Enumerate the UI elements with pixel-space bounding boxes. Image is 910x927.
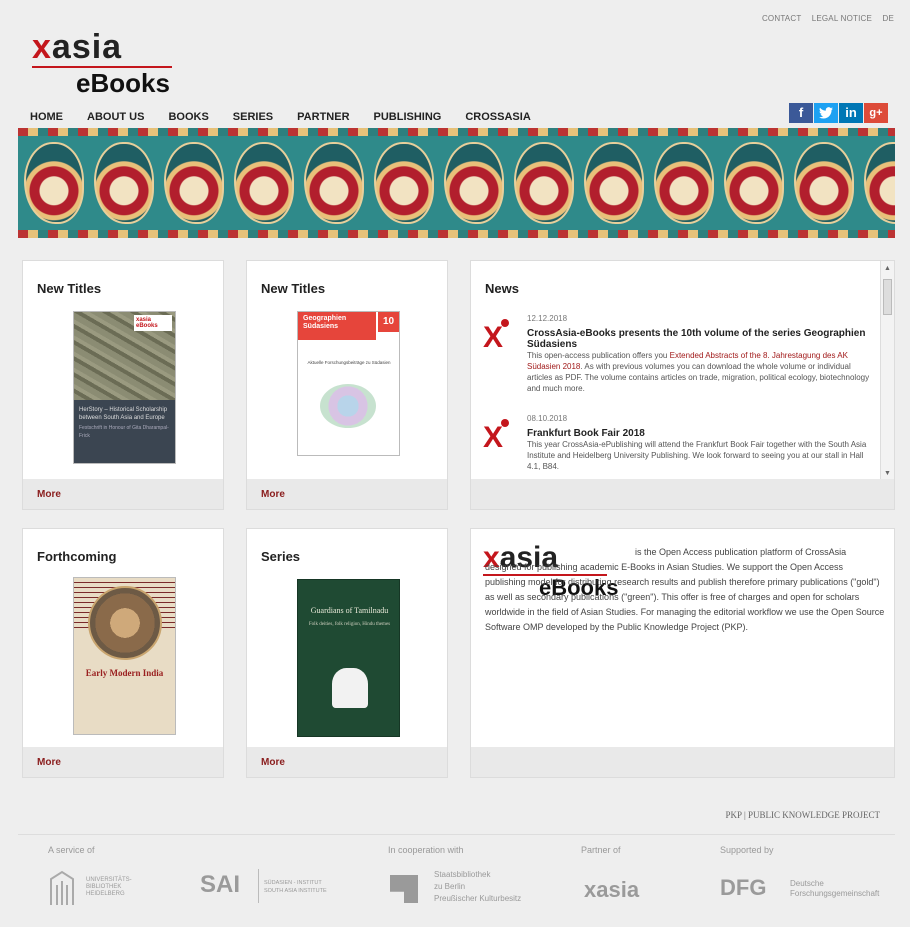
cover-globe-image	[320, 384, 376, 428]
banner-border-top	[18, 128, 895, 136]
top-links: CONTACT LEGAL NOTICE DE	[754, 14, 894, 23]
logo-asia: asia	[51, 28, 123, 66]
news-panel: News X 12.12.2018 CrossAsia-eBooks prese…	[470, 260, 895, 510]
footer-label-supported: Supported by	[720, 845, 774, 855]
news-date: 12.12.2018	[527, 314, 568, 323]
language-switch-link[interactable]: DE	[882, 14, 894, 23]
nav-crossasia[interactable]: CROSSASIA	[465, 111, 530, 123]
cover-title: HerStory – Historical Scholarship betwee…	[79, 407, 168, 421]
cover-subtitle: Aktuelle Forschungsbeiträge zu Südasien	[307, 360, 391, 365]
nav-home[interactable]: HOME	[30, 111, 63, 123]
panel-title: New Titles	[261, 281, 326, 296]
google-plus-icon[interactable]: g+	[864, 103, 888, 123]
new-titles-panel-1: New Titles xasia eBooks HerStory – Histo…	[22, 260, 224, 510]
paisley-motif	[864, 142, 895, 224]
news-text: This open-access publication offers you …	[527, 351, 870, 393]
site-logo[interactable]: xasia eBooks	[32, 28, 202, 98]
panel-title: Forthcoming	[37, 549, 117, 564]
paisley-motif	[444, 142, 504, 224]
paisley-motif	[94, 142, 154, 224]
paisley-motif	[724, 142, 784, 224]
forthcoming-panel: Forthcoming Early Modern India More	[22, 528, 224, 778]
logo-x: x	[32, 28, 52, 66]
footer-label-cooperation: In cooperation with	[388, 845, 464, 855]
facebook-icon[interactable]: f	[789, 103, 813, 123]
scrollbar-thumb[interactable]	[883, 279, 892, 315]
about-text: is the Open Access publication platform …	[485, 547, 885, 632]
book-cover-early-modern-india[interactable]: Early Modern India	[73, 577, 176, 735]
more-link[interactable]: More	[247, 479, 447, 509]
paisley-motif	[584, 142, 644, 224]
paisley-motif	[374, 142, 434, 224]
paisley-motif	[304, 142, 364, 224]
news-item: X 12.12.2018 CrossAsia-eBooks presents t…	[483, 313, 873, 403]
news-date: 08.10.2018	[527, 414, 568, 423]
nav-partner[interactable]: PARTNER	[297, 111, 349, 123]
ub-text: UNIVERSITÄTS- BIBLIOTHEK HEIDELBERG	[86, 877, 132, 897]
cover-badge: xasia eBooks	[134, 315, 172, 331]
footer-label-partner: Partner of	[581, 845, 621, 855]
nav-books[interactable]: BOOKS	[168, 111, 208, 123]
news-footer-bar	[471, 479, 894, 509]
cover-title: Geographien Südasiens	[298, 312, 376, 340]
linkedin-icon[interactable]: in	[839, 103, 863, 123]
cover-text-block: HerStory – Historical Scholarship betwee…	[74, 400, 175, 463]
news-scrollbar[interactable]: ▲ ▼	[880, 261, 894, 481]
logo-ebooks: eBooks	[76, 68, 170, 98]
more-link[interactable]: More	[23, 747, 223, 777]
nav-publishing[interactable]: PUBLISHING	[374, 111, 442, 123]
paisley-banner	[18, 128, 895, 238]
panel-title: News	[485, 281, 519, 296]
paisley-motif	[164, 142, 224, 224]
footer: A service of In cooperation with Partner…	[18, 834, 895, 927]
paisley-motif	[234, 142, 294, 224]
crossasia-x-icon: X	[483, 319, 513, 353]
about-footer-bar	[471, 747, 894, 777]
banner-border-bottom	[18, 230, 895, 238]
twitter-icon[interactable]	[814, 103, 838, 123]
xasia-footer-logo[interactable]: xasia	[584, 877, 639, 903]
news-item: X 08.10.2018 Frankfurt Book Fair 2018 Th…	[483, 413, 873, 479]
crossasia-x-icon: X	[483, 419, 513, 453]
scroll-up-arrow-icon[interactable]: ▲	[884, 265, 891, 272]
ub-building-icon	[50, 870, 74, 905]
main-nav: HOME ABOUT US BOOKS SERIES PARTNER PUBLI…	[30, 111, 555, 123]
new-titles-panel-2: New Titles Geographien Südasiens 10 Aktu…	[246, 260, 448, 510]
paisley-motif	[514, 142, 574, 224]
panel-title: New Titles	[37, 281, 102, 296]
cover-subtitle: Folk deities, folk religion, Hindu theme…	[308, 622, 391, 627]
sbb-icon	[390, 875, 418, 903]
cover-title: Guardians of Tamilnadu	[310, 606, 389, 615]
more-link[interactable]: More	[247, 747, 447, 777]
series-panel: Series Guardians of Tamilnadu Folk deiti…	[246, 528, 448, 778]
nav-series[interactable]: SERIES	[233, 111, 273, 123]
about-panel: xasia eBooks is the Open Access publicat…	[470, 528, 895, 778]
news-headline[interactable]: CrossAsia-eBooks presents the 10th volum…	[527, 328, 877, 350]
news-headline[interactable]: Frankfurt Book Fair 2018	[527, 428, 877, 439]
cover-title: Early Modern India	[85, 668, 164, 678]
more-link[interactable]: More	[23, 479, 223, 509]
paisley-motif	[654, 142, 714, 224]
cover-volume-number: 10	[377, 312, 399, 332]
nav-about-us[interactable]: ABOUT US	[87, 111, 144, 123]
legal-notice-link[interactable]: LEGAL NOTICE	[812, 14, 872, 23]
book-cover-guardians-of-tamilnadu[interactable]: Guardians of Tamilnadu Folk deities, fol…	[297, 579, 400, 737]
book-cover-geographien[interactable]: Geographien Südasiens 10 Aktuelle Forsch…	[297, 311, 400, 456]
social-links: f in g+	[788, 103, 888, 123]
news-text: This year CrossAsia-ePublishing will att…	[527, 440, 867, 471]
cover-medallion-image	[88, 586, 162, 660]
contact-link[interactable]: CONTACT	[762, 14, 801, 23]
paisley-motif	[24, 142, 84, 224]
pkp-logo[interactable]: PKP | PUBLIC KNOWLEDGE PROJECT	[726, 810, 880, 820]
cover-subtitle: Festschrift in Honour of Gita Dharampal-…	[79, 425, 169, 439]
cover-emblem-image	[332, 668, 368, 708]
paisley-motif	[794, 142, 854, 224]
panel-title: Series	[261, 549, 301, 564]
book-cover-herstory[interactable]: xasia eBooks HerStory – Historical Schol…	[73, 311, 176, 464]
footer-label-service: A service of	[48, 845, 95, 855]
scroll-down-arrow-icon[interactable]: ▼	[884, 470, 891, 477]
